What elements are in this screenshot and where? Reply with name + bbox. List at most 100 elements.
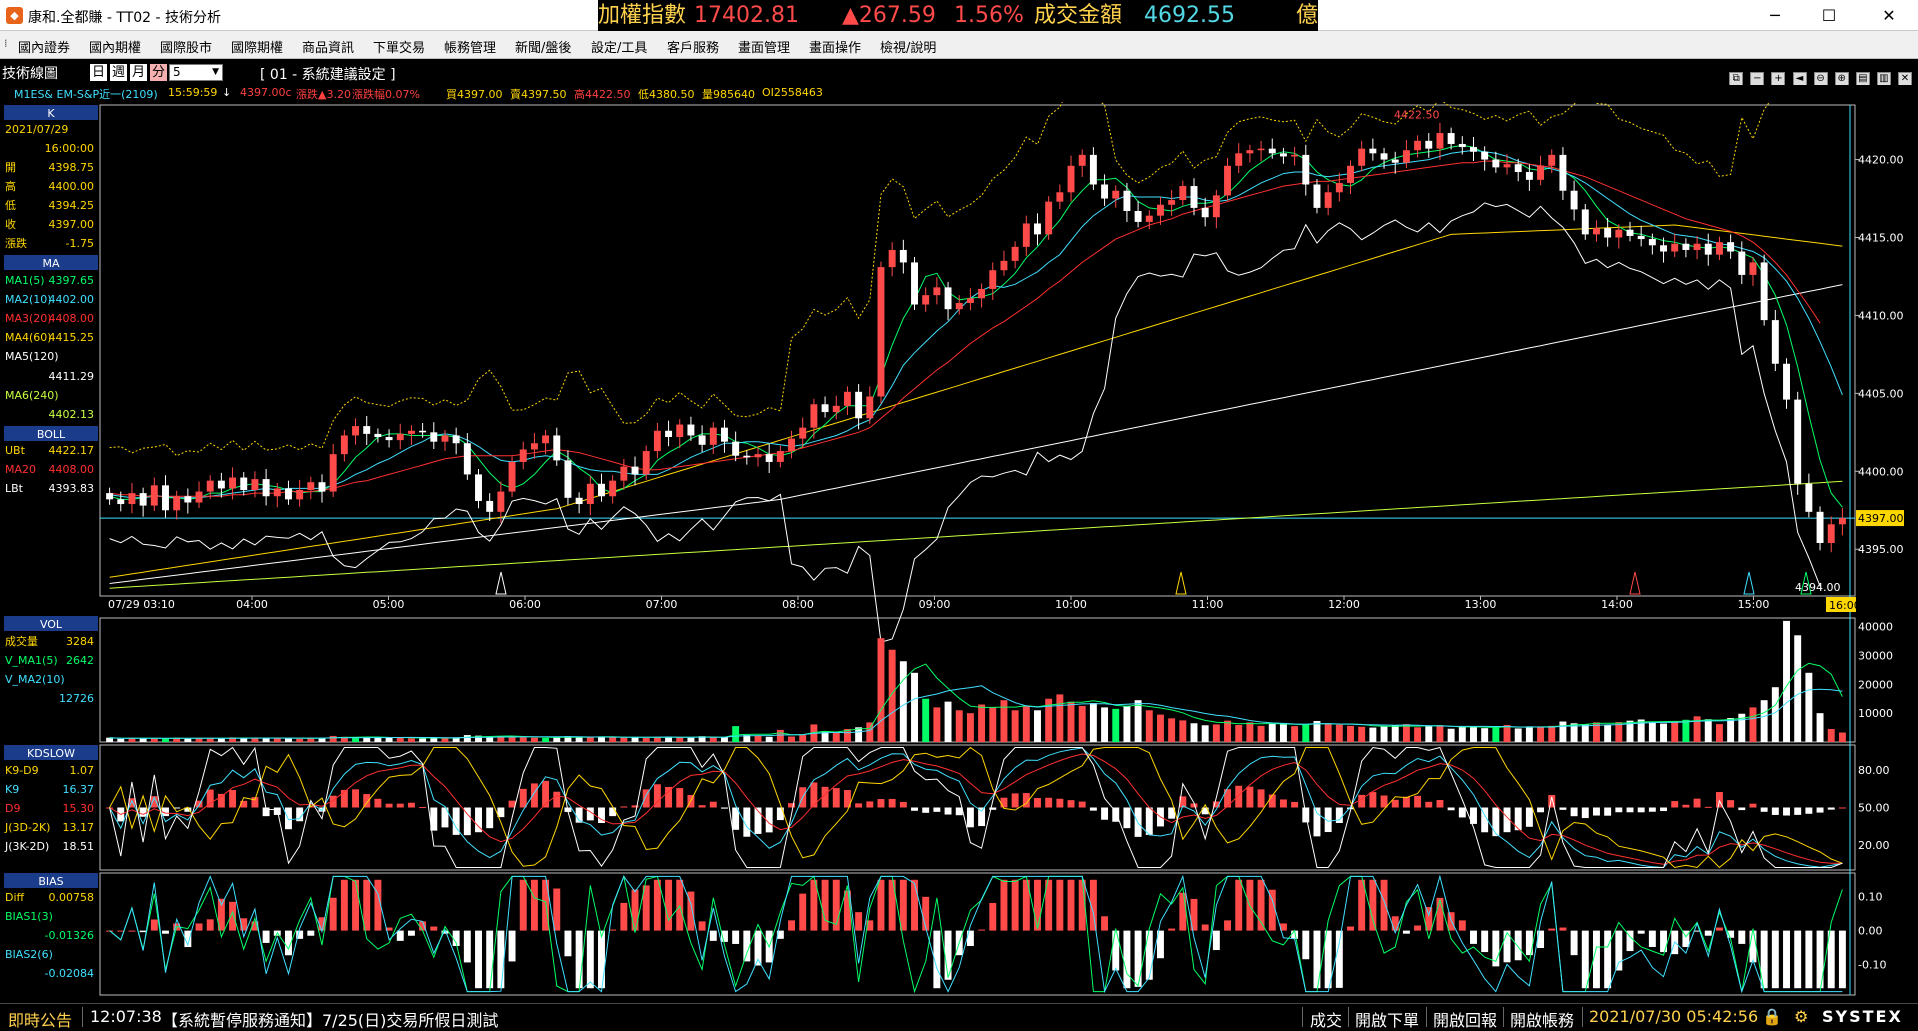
candle-body: [1693, 243, 1701, 250]
period-week[interactable]: 週: [110, 64, 128, 81]
kd-diff-bar: [776, 807, 784, 821]
volume-bar: [1000, 700, 1008, 742]
quote-last: 4397.00c: [240, 86, 292, 99]
maximize-button[interactable]: ☐: [1806, 0, 1852, 31]
volume-bar: [508, 736, 516, 742]
kd-diff-bar: [832, 788, 840, 808]
volume-bar: [754, 735, 762, 742]
candle-body: [1212, 195, 1220, 218]
technical-chart[interactable]: K 2021/07/29 16:00:00 開 4398.75 高 4400.00 低 4394…: [0, 102, 1918, 1003]
candle-body: [318, 482, 326, 492]
menu-settings-tools[interactable]: 設定/工具: [591, 37, 647, 56]
menu-domestic-securities[interactable]: 國內證券: [18, 37, 70, 56]
time-axis-label: 05:00: [373, 598, 405, 611]
menu-intl-futures[interactable]: 國際期權: [231, 37, 283, 56]
menu-product-info[interactable]: 商品資訊: [302, 37, 354, 56]
candle-body: [732, 441, 740, 456]
candle-body: [1313, 184, 1321, 208]
volume-bar: [1581, 724, 1589, 742]
candle-body: [1179, 186, 1187, 201]
setting-label[interactable]: [ 01 - 系統建議設定 ]: [260, 64, 396, 84]
menu-account[interactable]: 帳務管理: [444, 37, 496, 56]
close-button[interactable]: ✕: [1866, 0, 1912, 31]
candle-body: [1101, 184, 1109, 199]
menu-customer-service[interactable]: 客戶服務: [667, 37, 719, 56]
open-report-button[interactable]: 開啟回報: [1433, 1007, 1497, 1031]
price-tick-label: 4415.00: [1858, 231, 1904, 244]
bias-diff-bar: [162, 930, 169, 934]
candle-body: [698, 435, 706, 445]
menu-intl-stocks[interactable]: 國際股市: [160, 37, 212, 56]
dragon-app-icon[interactable]: ◆: [6, 7, 23, 24]
menu-view-help[interactable]: 檢視/說明: [880, 37, 936, 56]
signal-triangle: [1743, 571, 1755, 595]
title-bar: ◆ 康和.全都賺 - TT02 - 技術分析 加權指數 17402.81 ▲26…: [0, 0, 1918, 31]
candle-body: [1425, 140, 1433, 149]
bias-diff-bar: [978, 929, 986, 931]
zoom-in-icon[interactable]: ⊕: [1834, 72, 1849, 86]
bias-diff-bar: [1369, 879, 1377, 931]
kd-row-label: J(3K-2D): [4, 840, 49, 853]
candle-body: [1291, 154, 1299, 157]
signal-triangle: [1629, 571, 1641, 595]
bias-diff-bar: [631, 889, 639, 931]
volume-bar: [419, 738, 427, 742]
print-icon[interactable]: ▥: [1876, 72, 1891, 86]
bias-diff-bar: [899, 879, 907, 931]
save-icon[interactable]: ▤: [1855, 72, 1870, 86]
status-notice[interactable]: 【系統暫停服務通知】7/25(日)交易所假日測試: [162, 1007, 498, 1031]
minimize-button[interactable]: ─: [1752, 0, 1798, 31]
volume-bar: [609, 737, 617, 742]
minus-icon[interactable]: −: [1750, 72, 1765, 86]
candle-body: [1581, 209, 1589, 235]
volume-bar: [799, 735, 807, 742]
chart-close-icon[interactable]: ✕: [1898, 72, 1912, 86]
vol-row-value: 12726: [59, 692, 94, 705]
menu-layout-manage[interactable]: 畫面管理: [738, 37, 790, 56]
bias-diff-bar: [1436, 897, 1444, 931]
kd-diff-bar: [1827, 807, 1835, 810]
zoom-out-icon[interactable]: ⊖: [1813, 72, 1828, 86]
ma-row-value: 4397.65: [49, 274, 95, 287]
menu-layout-operate[interactable]: 畫面操作: [809, 37, 861, 56]
volume-bar: [1481, 728, 1489, 742]
period-minute[interactable]: 分: [150, 64, 168, 81]
status-label[interactable]: 即時公告: [8, 1007, 72, 1031]
volume-bar: [542, 737, 550, 742]
bias-diff-bar: [1783, 930, 1790, 989]
signal-triangle: [495, 571, 507, 595]
volume-bar: [620, 737, 628, 742]
interval-select[interactable]: 5 ▼: [169, 64, 223, 81]
kd-header: KDSLOW: [27, 747, 75, 760]
menu-news[interactable]: 新聞/盤後: [515, 37, 571, 56]
restore-icon[interactable]: ⧉: [1729, 72, 1744, 86]
volume-bar: [586, 737, 594, 742]
plus-icon[interactable]: +: [1771, 72, 1786, 86]
ma-row-value: 4402.00: [49, 293, 95, 306]
divider: [1582, 1007, 1583, 1027]
volume-bar: [1794, 635, 1802, 742]
volume-bar: [1783, 620, 1790, 742]
menu-order-trading[interactable]: 下單交易: [373, 37, 425, 56]
lock-icon: 🔒: [1762, 1007, 1782, 1026]
left-icon[interactable]: ◄: [1792, 72, 1807, 86]
period-month[interactable]: 月: [130, 64, 148, 81]
kd-diff-bar: [1626, 807, 1634, 813]
open-order-button[interactable]: 開啟下單: [1355, 1007, 1419, 1031]
bias-diff-bar: [206, 919, 214, 931]
volume-bar: [1682, 719, 1690, 742]
volume-bar: [788, 736, 796, 742]
status-bar: 即時公告 12:07:38 【系統暫停服務通知】7/25(日)交易所假日測試 成…: [0, 1003, 1918, 1031]
menu-domestic-futures[interactable]: 國內期權: [89, 37, 141, 56]
period-day[interactable]: 日: [90, 64, 108, 81]
bias-diff-bar: [352, 879, 360, 931]
candle-body: [620, 466, 628, 481]
candle-body: [1302, 154, 1310, 185]
time-axis-start: 07/29 03:10: [108, 598, 175, 611]
bias-diff-bar: [989, 902, 997, 931]
trade-button[interactable]: 成交: [1310, 1007, 1342, 1031]
candle-body: [251, 479, 259, 491]
open-account-button[interactable]: 開啟帳務: [1510, 1007, 1574, 1031]
volume-bar: [631, 737, 639, 742]
volume-bar: [1380, 726, 1388, 742]
